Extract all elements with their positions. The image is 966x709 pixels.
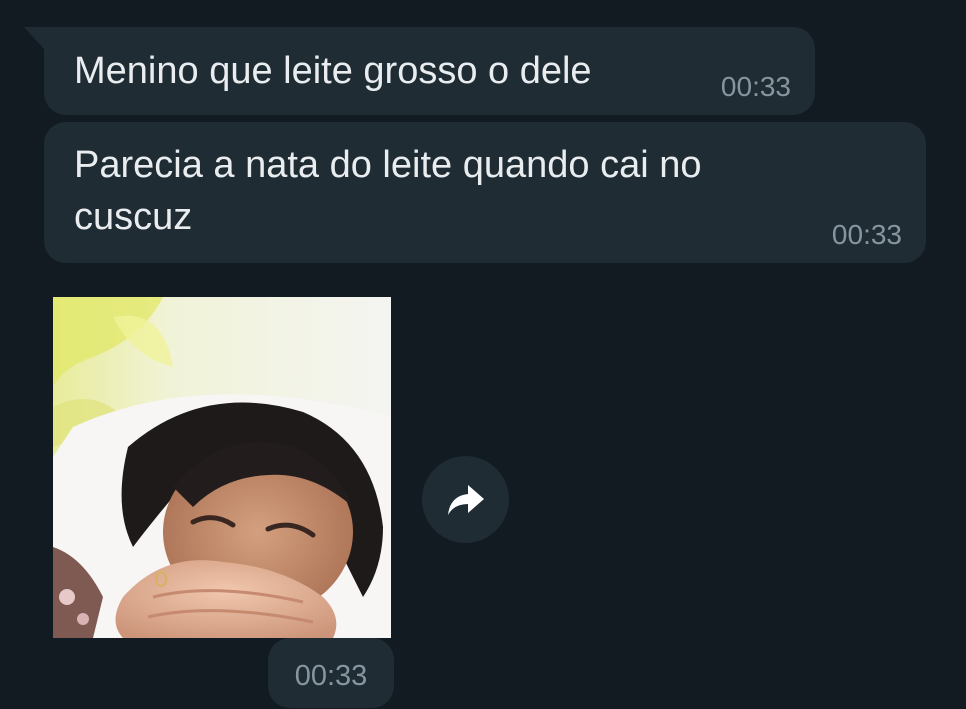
message-text: Menino que leite grosso o dele (74, 50, 592, 92)
message-text: Parecia a nata do leite quando cai no cu… (74, 144, 702, 238)
message-bubble[interactable]: Parecia a nata do leite quando cai no cu… (44, 122, 926, 263)
forward-button[interactable] (422, 456, 509, 543)
message-time: 00:33 (720, 71, 791, 102)
photo-timestamp-pill: 00:33 (268, 638, 394, 708)
message-time: 00:33 (294, 660, 368, 692)
forward-arrow-icon (447, 484, 484, 515)
message-time: 00:33 (831, 219, 902, 250)
photo-thumbnail (53, 297, 391, 638)
bubble-tail (24, 27, 44, 49)
message-bubble[interactable]: Menino que leite grosso o dele 00:33 (24, 27, 815, 115)
photo-message[interactable] (53, 297, 391, 638)
